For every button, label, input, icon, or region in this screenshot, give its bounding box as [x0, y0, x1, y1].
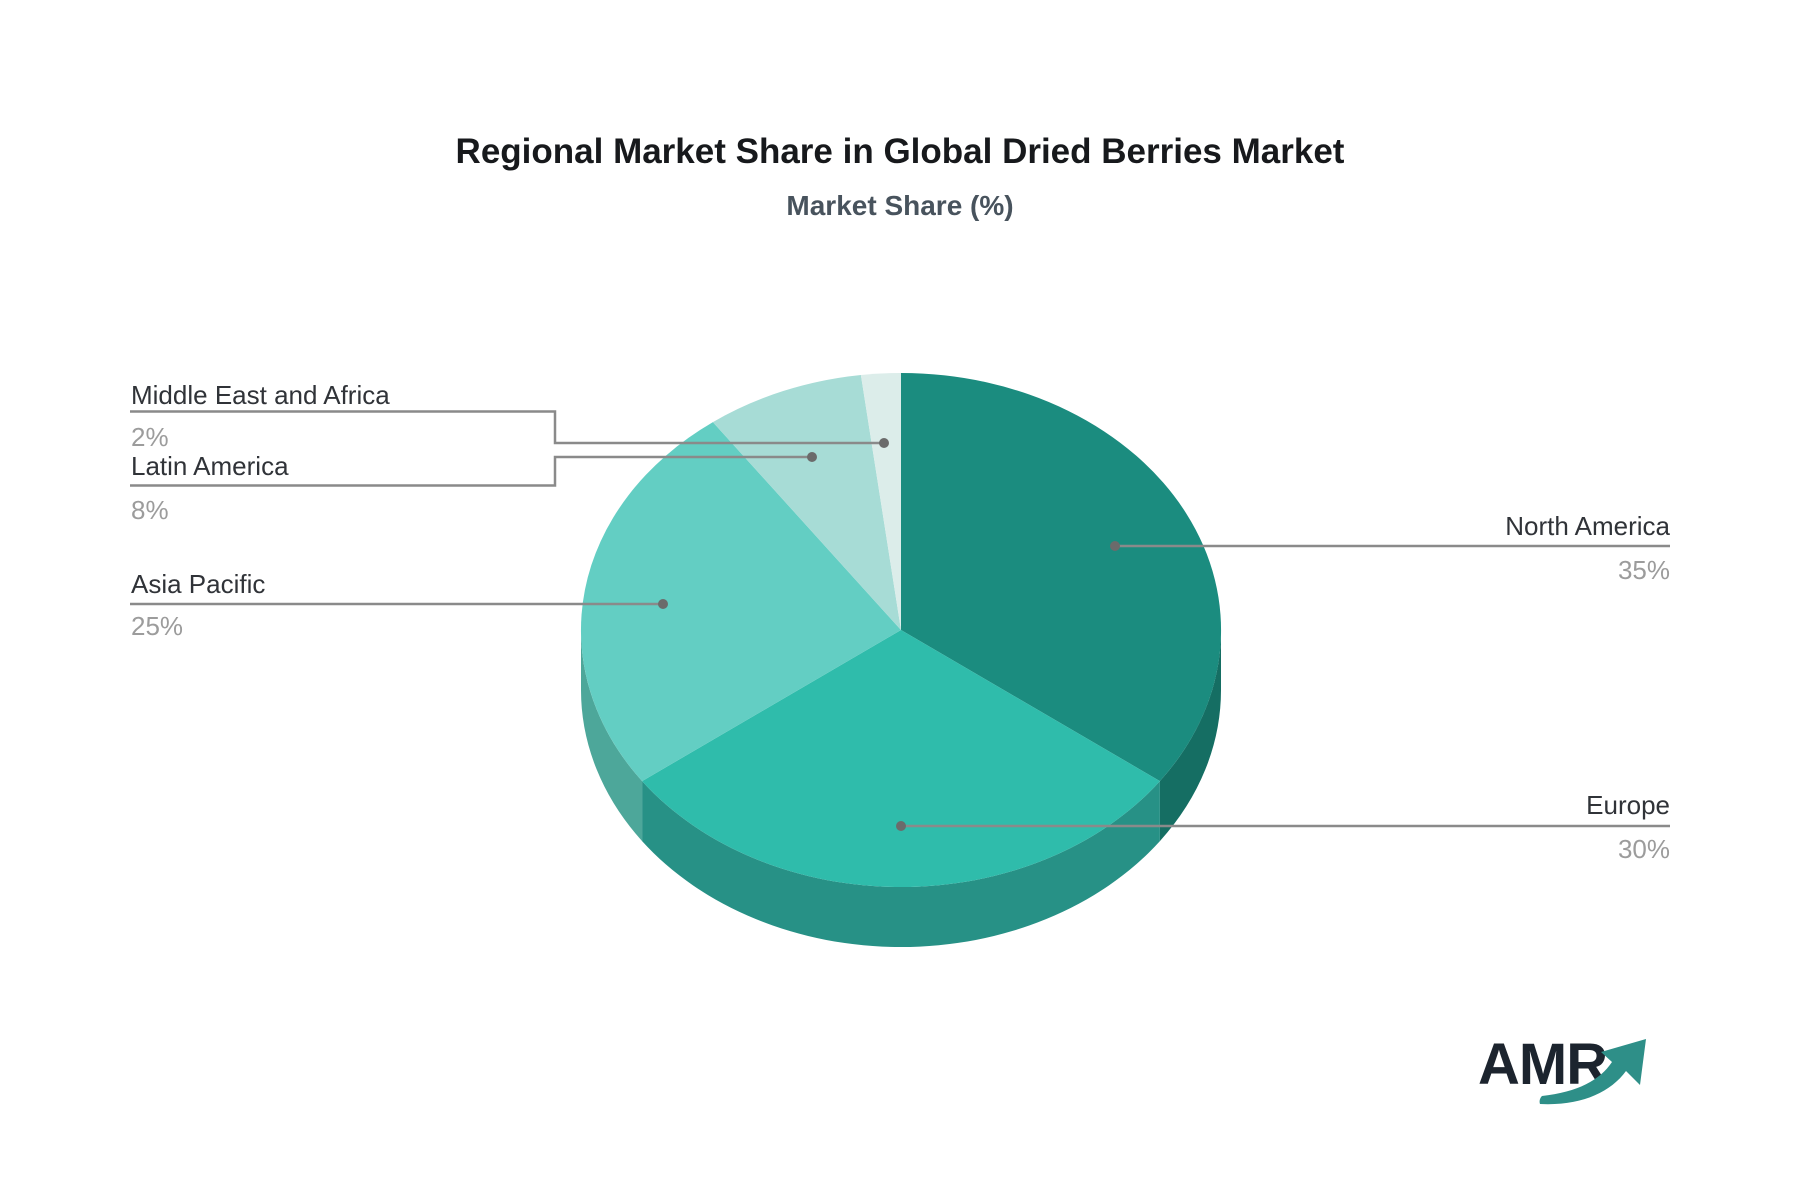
label-europe: Europe [1586, 790, 1670, 820]
leader-dot-middle-east-and-africa [879, 438, 889, 448]
label-asia-pacific: Asia Pacific [131, 569, 266, 599]
pie-chart [130, 372, 1670, 948]
leader-dot-asia-pacific [658, 599, 668, 609]
label-north-america: North America [1505, 511, 1670, 541]
chart-container: Regional Market Share in Global Dried Be… [0, 0, 1800, 1196]
label-latin-america: Latin America [131, 451, 289, 481]
amr-logo: AMR [1478, 1036, 1698, 1126]
leader-dot-north-america [1110, 541, 1120, 551]
logo-arrow-icon [1539, 1039, 1646, 1105]
value-latin-america: 8% [131, 495, 169, 525]
value-north-america: 35% [1617, 555, 1670, 585]
leader-dot-europe [896, 821, 906, 831]
label-middle-east-and-africa: Middle East and Africa [131, 380, 390, 410]
leader-dot-latin-america [807, 452, 817, 462]
value-europe: 30% [1617, 834, 1670, 864]
value-middle-east-and-africa: 2% [131, 422, 169, 452]
value-asia-pacific: 25% [131, 611, 184, 641]
